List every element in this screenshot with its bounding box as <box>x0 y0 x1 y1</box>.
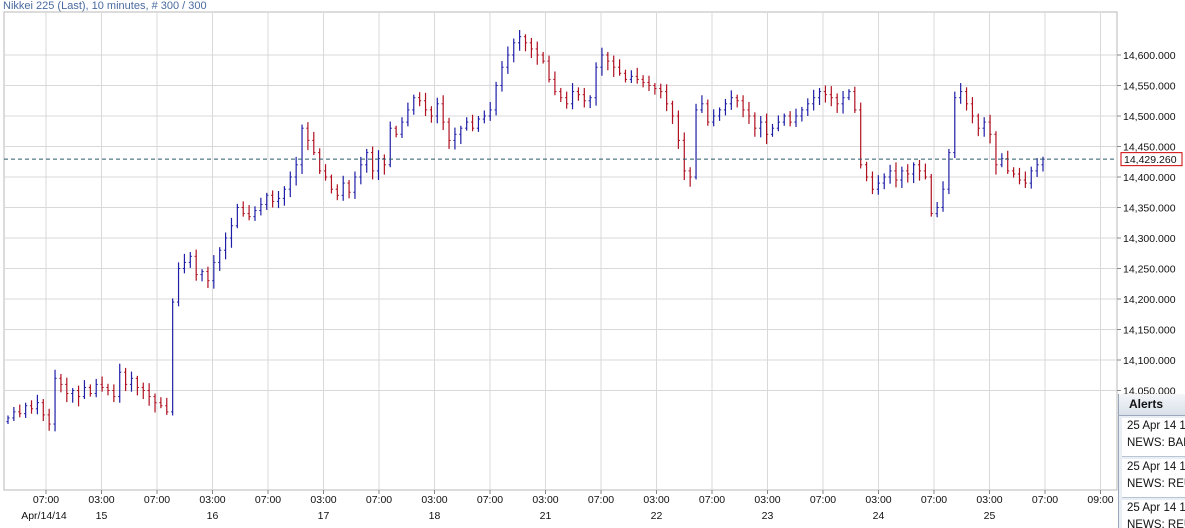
price-chart[interactable]: 07:00 Apr/14/14 03:00 15 07:00 03:00 16 07:00 03… <box>0 0 1185 528</box>
x-tick-label: 07:00 <box>921 494 947 506</box>
x-tick-label: 07:00 <box>255 494 281 506</box>
x-date-label: 22 <box>651 510 663 522</box>
y-tick-label: 14,300.000 <box>1123 233 1176 245</box>
x-tick-label: 03:00 <box>199 494 225 506</box>
x-tick-label: 07:00 <box>588 494 614 506</box>
alert-time: 25 Apr 14 1 <box>1127 420 1185 432</box>
x-date-label: 21 <box>540 510 552 522</box>
alert-time: 25 Apr 14 1 <box>1127 502 1185 514</box>
alert-text: NEWS: REU <box>1127 519 1185 528</box>
y-tick-label: 14,600.000 <box>1123 50 1176 62</box>
alert-item[interactable]: 25 Apr 14 1 NEWS: REU <box>1122 459 1185 498</box>
alerts-header[interactable]: Alerts <box>1119 394 1185 416</box>
y-tick-label: 14,200.000 <box>1123 294 1176 306</box>
x-tick-label: 03:00 <box>421 494 447 506</box>
x-tick-label: 03:00 <box>643 494 669 506</box>
x-tick-label: 07:00 <box>33 494 59 506</box>
x-tick-label: 09:00 <box>1087 494 1113 506</box>
y-tick-label: 14,250.000 <box>1123 264 1176 276</box>
x-date-label: 23 <box>762 510 774 522</box>
y-tick-label: 14,400.000 <box>1123 172 1176 184</box>
x-tick-label: 07:00 <box>366 494 392 506</box>
x-date-label: 24 <box>873 510 885 522</box>
x-tick-label: 07:00 <box>477 494 503 506</box>
x-date-label: 16 <box>207 510 219 522</box>
alert-time: 25 Apr 14 1 <box>1127 461 1185 473</box>
x-date-label: 17 <box>318 510 330 522</box>
y-tick-label: 14,150.000 <box>1123 325 1176 337</box>
alert-item[interactable]: 25 Apr 14 1 NEWS: BAN <box>1122 418 1185 457</box>
x-tick-label: 07:00 <box>810 494 836 506</box>
alert-item[interactable]: 25 Apr 14 1 NEWS: REU <box>1122 500 1185 528</box>
y-tick-label: 14,350.000 <box>1123 203 1176 215</box>
plot-frame <box>3 11 1118 491</box>
alert-text: NEWS: BAN <box>1127 437 1185 449</box>
x-tick-label: 03:00 <box>88 494 114 506</box>
x-date-label: 18 <box>429 510 441 522</box>
x-date-label: 25 <box>984 510 996 522</box>
x-tick-label: 07:00 <box>144 494 170 506</box>
x-tick-label: 07:00 <box>1032 494 1058 506</box>
y-tick-label: 14,550.000 <box>1123 81 1176 93</box>
last-price-label: 14,429.260 <box>1124 154 1177 166</box>
x-tick-label: 03:00 <box>310 494 336 506</box>
y-tick-label: 14,500.000 <box>1123 111 1176 123</box>
alert-text: NEWS: REU <box>1127 478 1185 490</box>
x-date-label: Apr/14/14 <box>21 510 67 522</box>
x-tick-label: 03:00 <box>532 494 558 506</box>
x-tick-label: 03:00 <box>865 494 891 506</box>
x-tick-label: 07:00 <box>699 494 725 506</box>
x-tick-label: 03:00 <box>976 494 1002 506</box>
chart-canvas[interactable]: 07:00 Apr/14/14 03:00 15 07:00 03:00 16 07:00 03… <box>0 0 1185 528</box>
y-tick-label: 14,450.000 <box>1123 142 1176 154</box>
y-tick-label: 14,100.000 <box>1123 355 1176 367</box>
x-date-label: 15 <box>96 510 108 522</box>
x-tick-label: 03:00 <box>754 494 780 506</box>
alerts-panel[interactable]: Alerts 25 Apr 14 1 NEWS: BAN 25 Apr 14 1… <box>1118 394 1185 528</box>
